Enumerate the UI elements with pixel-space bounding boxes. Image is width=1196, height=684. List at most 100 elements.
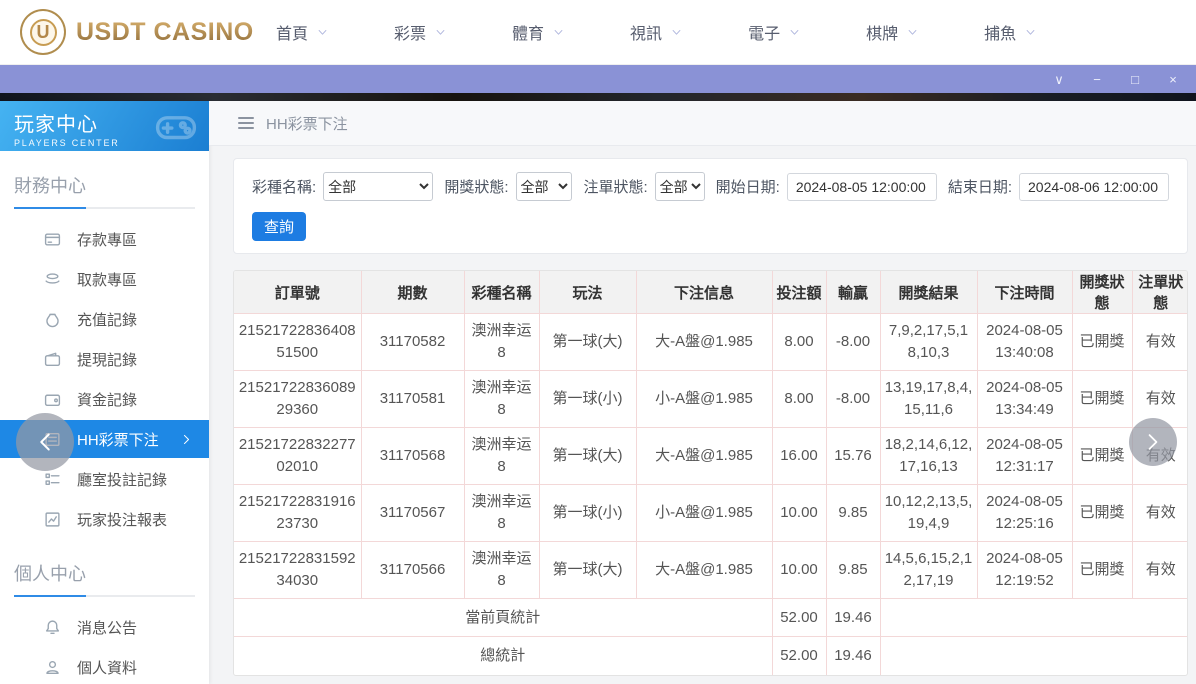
bets-table-panel: 訂單號期數彩種名稱玩法下注信息投注額輸贏開獎結果下注時間開獎狀態注單狀態 215… — [233, 270, 1188, 676]
nav-item-3[interactable]: 體育 — [512, 20, 564, 44]
column-header: 開獎結果 — [880, 271, 977, 314]
table-cell: 大-A盤@1.985 — [636, 314, 772, 371]
nav-item-6[interactable]: 棋牌 — [866, 20, 918, 44]
bets-table: 訂單號期數彩種名稱玩法下注信息投注額輸贏開獎結果下注時間開獎狀態注單狀態 215… — [234, 271, 1188, 675]
nav-item-label: 捕魚 — [984, 20, 1016, 44]
collapse-left-button[interactable] — [16, 413, 74, 471]
table-header-row: 訂單號期數彩種名稱玩法下注信息投注額輸贏開獎結果下注時間開獎狀態注單狀態 — [234, 271, 1188, 314]
start-date-input[interactable] — [787, 173, 937, 201]
minimize-icon[interactable]: − — [1090, 73, 1104, 86]
chevron-down-icon — [317, 27, 328, 38]
window-titlebar: ∨ − □ × — [0, 65, 1196, 93]
sidebar-item-withdraw-record[interactable]: 提現記錄 — [0, 339, 209, 379]
top-header: U USDT CASINO 首頁彩票體育視訊電子棋牌捕魚 — [0, 0, 1196, 65]
order-status-label: 注單狀態: — [583, 176, 647, 197]
table-cell: 大-A盤@1.985 — [636, 428, 772, 485]
withdraw-hand-icon — [44, 271, 61, 288]
gamepad-icon — [155, 106, 197, 148]
table-cell: 澳洲幸运8 — [464, 371, 539, 428]
nav-item-label: 棋牌 — [866, 20, 898, 44]
table-cell: 2024-08-05 13:34:49 — [977, 371, 1072, 428]
table-cell: 有效 — [1132, 314, 1188, 371]
lottery-type-select[interactable]: 全部 — [323, 172, 433, 201]
sidebar-item-withdraw-hand[interactable]: 取款專區 — [0, 259, 209, 299]
table-cell: 9.85 — [826, 485, 880, 542]
sidebar-item-label: HH彩票下注 — [77, 429, 159, 450]
chevron-down-icon — [317, 27, 328, 38]
table-cell: 14,5,6,15,2,12,17,19 — [880, 542, 977, 599]
column-header: 期數 — [361, 271, 464, 314]
sidebar-item-funds-record[interactable]: 資金記錄 — [0, 379, 209, 419]
table-cell: 大-A盤@1.985 — [636, 542, 772, 599]
deposit-card-icon — [44, 231, 61, 248]
table-cell: 8.00 — [772, 314, 826, 371]
chevron-right-icon — [1142, 431, 1164, 453]
table-cell: 18,2,14,6,12,17,16,13 — [880, 428, 977, 485]
chevron-right-icon — [180, 433, 193, 446]
sidebar-item-label: 存款專區 — [77, 229, 137, 250]
hall-record-icon — [44, 471, 61, 488]
table-cell: 10,12,2,13,5,19,4,9 — [880, 485, 977, 542]
end-date-input[interactable] — [1019, 173, 1169, 201]
chevron-down-icon — [907, 27, 918, 38]
summary-winloss-total: 19.46 — [826, 637, 880, 675]
sidebar-item-deposit-card[interactable]: 存款專區 — [0, 219, 209, 259]
sidebar-item-label: 取款專區 — [77, 269, 137, 290]
search-button[interactable]: 查詢 — [252, 212, 306, 241]
lottery-type-label: 彩種名稱: — [252, 176, 316, 197]
table-cell: 已開獎 — [1072, 485, 1132, 542]
sidebar-item-report[interactable]: 玩家投注報表 — [0, 499, 209, 539]
draw-status-label: 開獎狀態: — [444, 176, 508, 197]
table-cell: 澳洲幸运8 — [464, 485, 539, 542]
chevron-down-icon[interactable]: ∨ — [1052, 73, 1066, 86]
summary-bet-total: 52.00 — [772, 637, 826, 675]
sidebar-item-label: 提現記錄 — [77, 349, 137, 370]
menu-icon[interactable] — [238, 117, 254, 129]
order-status-select[interactable]: 全部 — [655, 172, 705, 201]
close-icon[interactable]: × — [1166, 73, 1180, 86]
funds-record-icon — [44, 391, 61, 408]
table-cell: 8.00 — [772, 371, 826, 428]
table-row: 215217228364085150031170582澳洲幸运8第一球(大)大-… — [234, 314, 1188, 371]
chevron-right-icon — [180, 433, 193, 446]
table-cell: 31170566 — [361, 542, 464, 599]
table-cell: 2024-08-05 12:19:52 — [977, 542, 1072, 599]
table-cell: 小-A盤@1.985 — [636, 485, 772, 542]
chevron-left-icon — [33, 430, 57, 454]
chevron-down-icon — [435, 27, 446, 38]
banner-strip — [0, 93, 1196, 101]
nav-item-1[interactable]: 首頁 — [276, 20, 328, 44]
withdraw-record-icon — [44, 351, 61, 368]
draw-status-select[interactable]: 全部 — [516, 172, 573, 201]
chevron-down-icon — [789, 27, 800, 38]
main-nav: 首頁 彩票 體育 視訊 電子 棋牌 捕魚 — [276, 20, 1036, 44]
main-content: HH彩票下注 彩種名稱: 全部 開獎狀態: 全部 注單狀態: 全部 開始日期: … — [209, 101, 1196, 684]
report-icon — [44, 511, 61, 528]
recharge-bag-icon — [44, 311, 61, 328]
column-header: 輸贏 — [826, 271, 880, 314]
nav-item-5[interactable]: 電子 — [748, 20, 800, 44]
summary-empty — [880, 599, 1188, 637]
sidebar-item-bell[interactable]: 消息公告 — [0, 607, 209, 647]
table-cell: 已開獎 — [1072, 371, 1132, 428]
table-cell: 2024-08-05 12:31:17 — [977, 428, 1072, 485]
sidebar-item-recharge-bag[interactable]: 充值記錄 — [0, 299, 209, 339]
section-divider — [14, 207, 195, 209]
table-cell: 澳洲幸运8 — [464, 428, 539, 485]
page-title: HH彩票下注 — [266, 113, 348, 134]
sidebar-item-label: 消息公告 — [77, 617, 137, 638]
table-cell: 第一球(大) — [539, 314, 636, 371]
nav-item-2[interactable]: 彩票 — [394, 20, 446, 44]
table-cell: 有效 — [1132, 542, 1188, 599]
maximize-icon[interactable]: □ — [1128, 73, 1142, 86]
sidebar-item-person[interactable]: 個人資料 — [0, 647, 209, 684]
table-cell: 2152172283159234030 — [234, 542, 361, 599]
withdraw-hand-icon — [44, 271, 61, 288]
chevron-down-icon — [435, 27, 446, 38]
nav-item-label: 體育 — [512, 20, 544, 44]
nav-item-label: 電子 — [748, 20, 780, 44]
nav-item-4[interactable]: 視訊 — [630, 20, 682, 44]
breadcrumb: HH彩票下注 — [209, 101, 1196, 146]
scroll-right-button[interactable] — [1129, 418, 1177, 466]
nav-item-7[interactable]: 捕魚 — [984, 20, 1036, 44]
